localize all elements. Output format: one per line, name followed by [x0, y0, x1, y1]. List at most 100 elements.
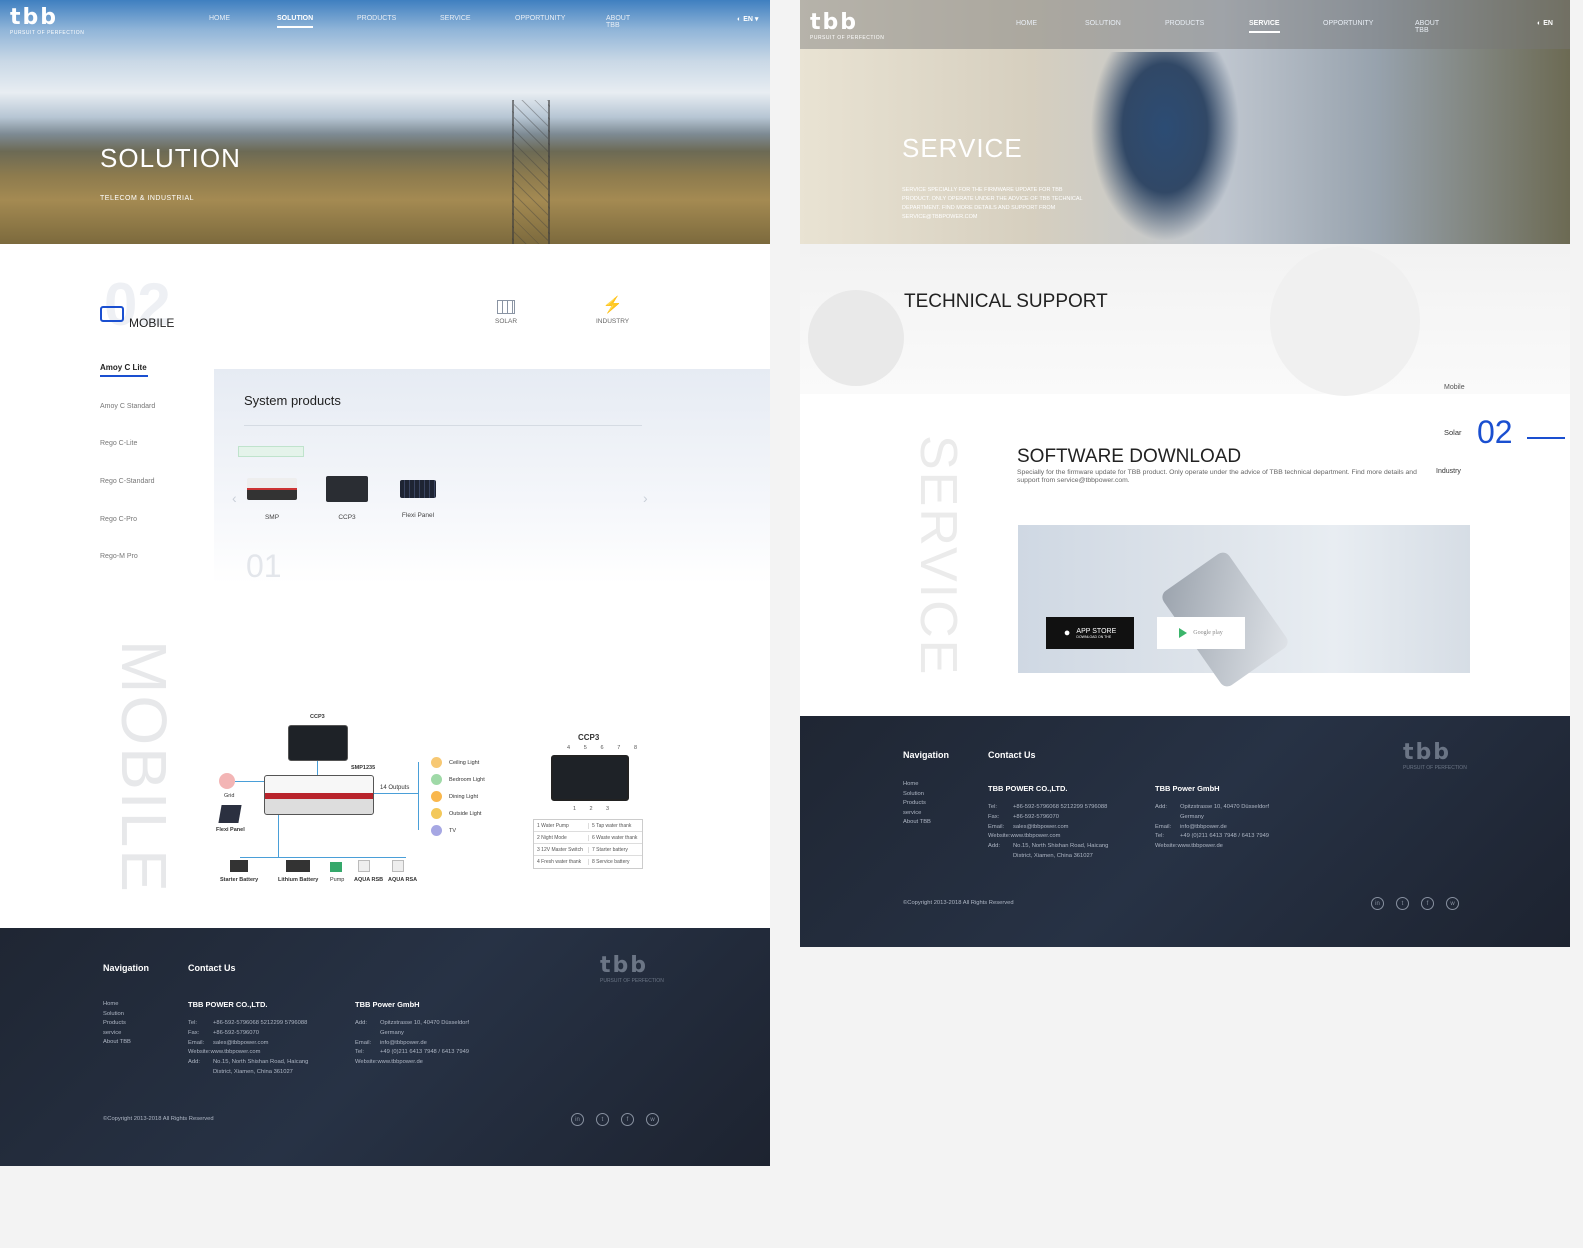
side-nav-solar[interactable]: Solar	[1444, 428, 1462, 437]
tab-solar[interactable]: SOLAR	[495, 300, 517, 325]
load-label: Bedroom Light	[449, 777, 485, 783]
footer-nav-products[interactable]: Products	[903, 799, 931, 809]
nav-service[interactable]: SERVICE	[440, 15, 471, 22]
detail-row: Website:www.tbbpower.de	[355, 1058, 469, 1068]
detail-key: Email:	[355, 1039, 372, 1046]
detail-value[interactable]: www.tbbpower.de	[377, 1059, 422, 1065]
service-page: tbb PURSUIT OF PERFECTION HOME SOLUTION …	[800, 0, 1570, 947]
load-label: Dining Light	[449, 794, 479, 800]
language-selector[interactable]: ◐ EN	[1537, 20, 1553, 27]
nav-home[interactable]: HOME	[1016, 20, 1037, 27]
diagram-ccp3-label: CCP3	[310, 714, 325, 720]
language-selector[interactable]: ◐ EN ▾	[737, 15, 758, 23]
solar-panel-image	[218, 805, 242, 823]
detail-value[interactable]: info@tbbpower.de	[380, 1040, 427, 1046]
linkedin-icon[interactable]: in	[571, 1113, 584, 1126]
wire	[240, 857, 406, 858]
twitter-icon[interactable]: t	[1396, 897, 1409, 910]
next-arrow-icon[interactable]: ›	[643, 490, 648, 506]
linkedin-icon[interactable]: in	[1371, 897, 1384, 910]
footer-nav-home[interactable]: Home	[103, 1000, 131, 1010]
detail-row: Germany	[1155, 813, 1269, 823]
tab-solar-label: SOLAR	[495, 318, 518, 325]
logo[interactable]: tbb PURSUIT OF PERFECTION	[10, 5, 84, 36]
nav-solution[interactable]: SOLUTION	[1085, 20, 1121, 27]
tab-mobile[interactable]: MOBILE	[129, 316, 174, 330]
side-nav-mobile[interactable]: Mobile	[1444, 384, 1465, 391]
footer-nav-about[interactable]: About TBB	[903, 818, 931, 828]
footer-contact-title: Contact Us	[188, 963, 236, 973]
bottom-label: Pump	[330, 877, 345, 883]
side-item-rego-m-pro[interactable]: Rego-M Pro	[100, 553, 138, 560]
bottom-label: Starter Battery	[220, 877, 259, 883]
caravan-icon	[100, 306, 124, 322]
facebook-icon[interactable]: f	[621, 1113, 634, 1126]
nav-solution[interactable]: SOLUTION	[277, 15, 314, 28]
nav-home[interactable]: HOME	[209, 15, 230, 22]
table-cell: 6 Waste water thank	[592, 834, 638, 841]
wechat-icon[interactable]: w	[1446, 897, 1459, 910]
product-flexi-panel[interactable]: Flexi Panel	[400, 480, 436, 519]
side-item-rego-c-standard[interactable]: Rego C-Standard	[100, 478, 154, 485]
starter-battery-image	[230, 860, 248, 872]
footer-nav-solution[interactable]: Solution	[103, 1010, 131, 1020]
detail-value: Germany	[380, 1029, 404, 1036]
power-tower-image	[512, 100, 550, 244]
footer-nav-home[interactable]: Home	[903, 780, 931, 790]
bottom-label: Lithium Battery	[278, 877, 319, 883]
footer-logo[interactable]: tbb PURSUIT OF PERFECTION	[600, 953, 664, 984]
product-smp[interactable]: SMP	[247, 478, 297, 521]
nav-service[interactable]: SERVICE	[1249, 20, 1280, 33]
footer-nav-list: Home Solution Products service About TBB	[903, 780, 931, 828]
footer-nav-products[interactable]: Products	[103, 1019, 131, 1029]
detail-key: Email:	[988, 823, 1005, 830]
nav-opportunity[interactable]: OPPORTUNITY	[1323, 20, 1373, 27]
app-store-button[interactable]: ● APP STORE DOWNLOAD ON THE	[1046, 617, 1134, 649]
footer-nav-service[interactable]: service	[103, 1029, 131, 1039]
detail-row: Add: Opitzstrasse 10, 40470 Düsseldorf	[355, 1019, 469, 1029]
footer-nav-solution[interactable]: Solution	[903, 790, 931, 800]
side-item-rego-c-lite[interactable]: Rego C-Lite	[100, 440, 137, 447]
detail-value[interactable]: info@tbbpower.de	[1180, 824, 1227, 830]
table-cell: 1 Water Pump	[534, 822, 589, 829]
nav-about[interactable]: ABOUT TBB	[1415, 20, 1439, 34]
tab-industry[interactable]: ⚡ INDUSTRY	[596, 298, 629, 326]
table-row: 3 12V Master Switch 7 Starter battery	[534, 844, 642, 856]
nav-opportunity[interactable]: OPPORTUNITY	[515, 15, 565, 22]
detail-row: Tel: +49 (0)211 6413 7948 / 6413 7949	[355, 1048, 469, 1058]
detail-value[interactable]: www.tbbpower.com	[210, 1049, 260, 1055]
detail-key: Fax:	[188, 1029, 200, 1036]
diagram-outputs-label: 14 Outputs	[380, 785, 410, 791]
logo[interactable]: tbb PURSUIT OF PERFECTION	[810, 10, 884, 41]
side-item-rego-c-pro[interactable]: Rego C-Pro	[100, 516, 137, 523]
wire	[317, 761, 318, 775]
solar-panel-icon	[497, 300, 516, 314]
side-nav-industry[interactable]: Industry	[1436, 468, 1461, 475]
prev-arrow-icon[interactable]: ‹	[232, 490, 237, 506]
company-details: Tel: +86-592-5796068 5212299 5796088 Fax:…	[188, 1019, 308, 1078]
wechat-icon[interactable]: w	[646, 1113, 659, 1126]
nav-products[interactable]: PRODUCTS	[1165, 20, 1204, 27]
detail-value[interactable]: sales@tbbpower.com	[213, 1040, 269, 1046]
facebook-icon[interactable]: f	[1421, 897, 1434, 910]
footer-nav-list: Home Solution Products service About TBB	[103, 1000, 131, 1048]
ccp3-image	[326, 476, 368, 502]
detail-row: Tel: +49 (0)211 6413 7948 / 6413 7949	[1155, 832, 1269, 842]
nav-about[interactable]: ABOUT TBB	[606, 15, 630, 29]
footer-logo[interactable]: tbb PURSUIT OF PERFECTION	[1403, 740, 1467, 771]
side-item-amoy-c-lite[interactable]: Amoy C Lite	[100, 363, 148, 377]
detail-value[interactable]: www.tbbpower.com	[1010, 833, 1060, 839]
detail-key: Tel:	[188, 1020, 198, 1026]
nav-products[interactable]: PRODUCTS	[357, 15, 396, 22]
ccp3-top-numbers: 4 5 6 7 8	[567, 745, 637, 751]
product-ccp3[interactable]: CCP3	[326, 476, 368, 521]
detail-value: District, Xiamen, China 361027	[213, 1068, 293, 1075]
footer-nav-service[interactable]: service	[903, 809, 931, 819]
detail-value[interactable]: sales@tbbpower.com	[1013, 824, 1069, 830]
detail-value[interactable]: www.tbbpower.de	[1177, 843, 1222, 849]
diagram-ccp3	[288, 725, 348, 761]
twitter-icon[interactable]: t	[596, 1113, 609, 1126]
side-item-amoy-c-standard[interactable]: Amoy C Standard	[100, 403, 155, 410]
footer-nav-about[interactable]: About TBB	[103, 1038, 131, 1048]
google-play-button[interactable]: Google play	[1157, 617, 1245, 649]
